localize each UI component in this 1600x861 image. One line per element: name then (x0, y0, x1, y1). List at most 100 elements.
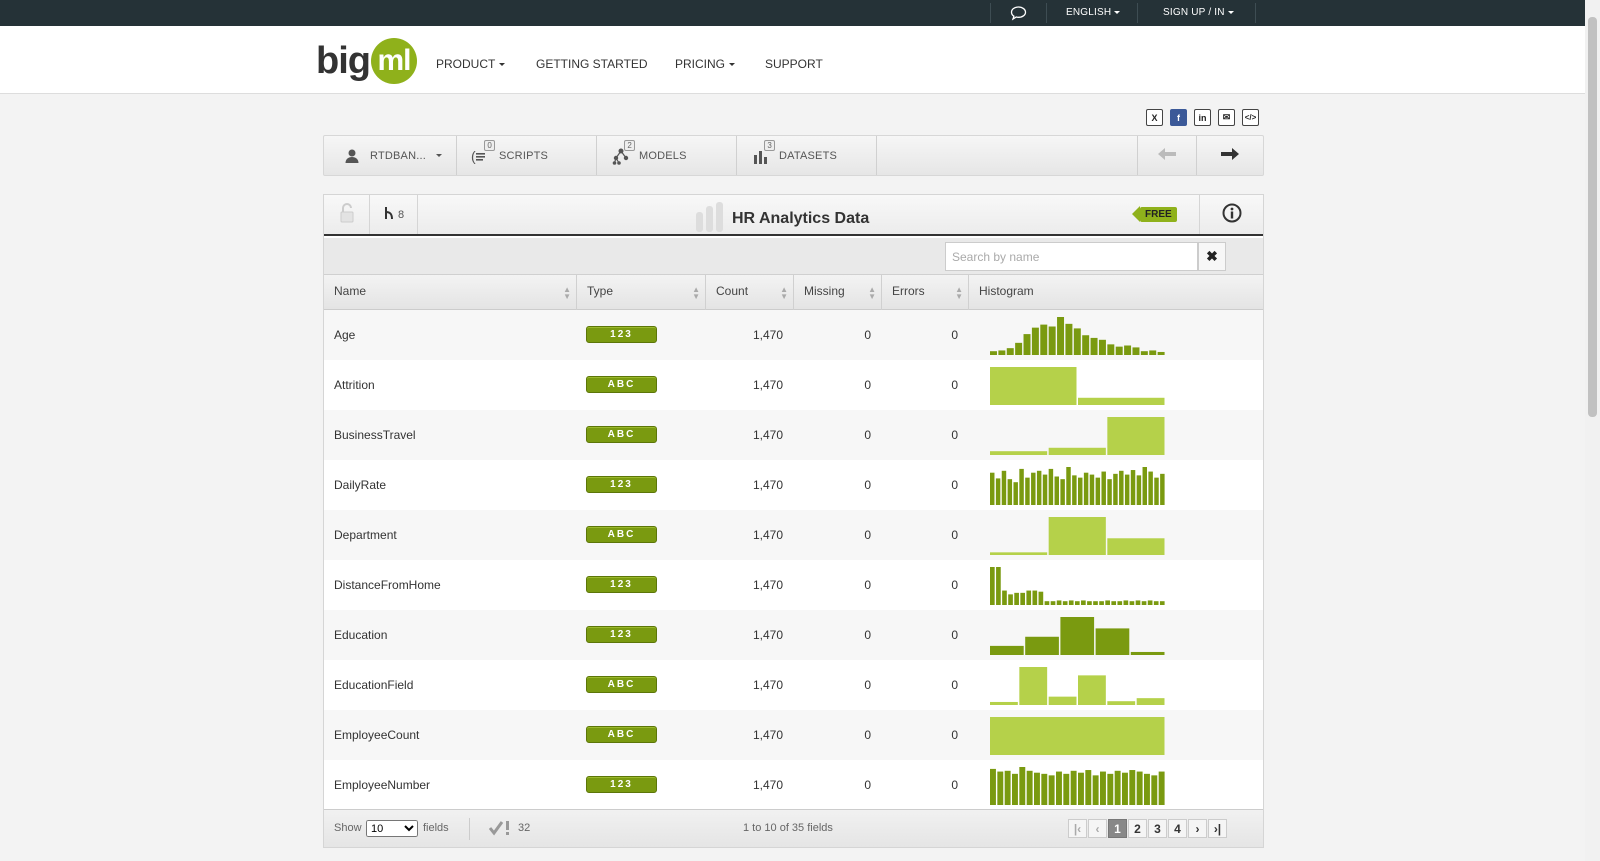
next-page-button[interactable]: › (1188, 819, 1207, 838)
svg-text:(: ( (471, 148, 476, 164)
field-missing: 0 (864, 728, 871, 742)
histogram-bar (1041, 773, 1048, 805)
table-row[interactable]: BusinessTravel ABC 1,470 0 0 (324, 410, 1263, 460)
table-row[interactable]: EmployeeCount ABC 1,470 0 0 (324, 710, 1263, 760)
table-row[interactable]: DailyRate 123 1,470 0 0 (324, 460, 1263, 510)
field-histogram[interactable] (990, 315, 1170, 355)
field-type-badge: ABC (586, 676, 657, 693)
table-row[interactable]: Department ABC 1,470 0 0 (324, 510, 1263, 560)
clear-search-button[interactable]: ✖ (1198, 242, 1226, 271)
field-histogram[interactable] (990, 615, 1170, 655)
signup-menu[interactable]: SIGN UP / IN (1163, 7, 1234, 18)
pagination-range: 1 to 10 of 35 fields (743, 822, 833, 834)
histogram-bar (1159, 601, 1165, 605)
field-histogram[interactable] (990, 715, 1170, 755)
info-button[interactable] (1199, 195, 1263, 234)
back-button[interactable] (1137, 136, 1197, 175)
divider (469, 818, 470, 840)
page-size-select[interactable]: 10 (366, 820, 418, 837)
email-icon[interactable]: ✉ (1218, 109, 1235, 126)
histogram-bar (1123, 600, 1129, 605)
scrollbar-thumb[interactable] (1588, 17, 1597, 417)
first-page-button[interactable]: |‹ (1068, 819, 1087, 838)
user-icon (342, 146, 362, 166)
user-menu[interactable]: RTDBAN... (324, 136, 457, 175)
field-histogram[interactable] (990, 365, 1170, 405)
valid-fields-icon[interactable] (488, 820, 513, 839)
dataset-icon (694, 202, 726, 235)
page-button-1[interactable]: 1 (1108, 819, 1127, 838)
table-row[interactable]: Attrition ABC 1,470 0 0 (324, 360, 1263, 410)
histogram-bar (1054, 476, 1059, 505)
language-menu[interactable]: ENGLISH (1066, 7, 1121, 18)
column-header-name[interactable]: Name ▲ ▼ (324, 275, 577, 310)
chevron-down-icon (1114, 10, 1121, 14)
divider (990, 3, 991, 23)
histogram-bar (1132, 347, 1140, 355)
sort-icon: ▲ ▼ (780, 285, 788, 301)
histogram-bar (1042, 474, 1048, 505)
models-button[interactable]: 2 MODELS (597, 136, 737, 175)
column-header-type[interactable]: Type ▲ ▼ (577, 275, 706, 310)
logo-text-big: big (316, 39, 371, 82)
forward-button[interactable] (1197, 136, 1263, 175)
page-scrollbar[interactable] (1585, 0, 1600, 861)
histogram-bar (1095, 477, 1101, 505)
scripts-icon: (0 (471, 139, 495, 166)
page-button-3[interactable]: 3 (1148, 819, 1167, 838)
prev-page-button[interactable]: ‹ (1088, 819, 1107, 838)
scripts-button[interactable]: (0 SCRIPTS (457, 136, 597, 175)
table-row[interactable]: DistanceFromHome 123 1,470 0 0 (324, 560, 1263, 610)
twitter-x-icon[interactable]: X (1146, 109, 1163, 126)
field-errors: 0 (951, 628, 958, 642)
column-header-errors[interactable]: Errors ▲ ▼ (882, 275, 969, 310)
column-header-missing[interactable]: Missing ▲ ▼ (794, 275, 882, 310)
logo-text-ml: ml (370, 38, 417, 84)
embed-code-icon[interactable]: </> (1242, 109, 1259, 126)
column-label: Count (716, 284, 749, 298)
datasets-button[interactable]: 3 DATASETS (737, 136, 877, 175)
search-input[interactable] (945, 242, 1198, 271)
nav-getting-started[interactable]: GETTING STARTED (536, 57, 648, 71)
field-histogram[interactable] (990, 415, 1170, 455)
field-histogram[interactable] (990, 465, 1170, 505)
field-missing: 0 (864, 328, 871, 342)
nav-support[interactable]: SUPPORT (765, 57, 823, 71)
resource-toolbar: RTDBAN... (0 SCRIPTS 2 MODELS 3 DATASETS (323, 135, 1264, 176)
bigml-logo[interactable]: big ml (316, 38, 417, 84)
histogram-bar (1048, 775, 1055, 805)
chat-icon[interactable] (1010, 5, 1027, 24)
facebook-icon[interactable]: f (1170, 109, 1187, 126)
column-header-count[interactable]: Count ▲ ▼ (706, 275, 794, 310)
field-histogram[interactable] (990, 515, 1170, 555)
histogram-bar (1153, 601, 1159, 605)
histogram-bar (1078, 772, 1084, 805)
table-row[interactable]: Education 123 1,470 0 0 (324, 610, 1263, 660)
field-name: EducationField (334, 678, 414, 692)
histogram-bar (1025, 477, 1030, 505)
histogram-bar (1089, 474, 1095, 505)
histogram-bar (1136, 698, 1165, 705)
table-row[interactable]: Age 123 1,470 0 0 (324, 310, 1263, 360)
histogram-bar (1099, 601, 1104, 605)
histogram-bar (1124, 474, 1130, 505)
nav-product[interactable]: PRODUCT (436, 57, 506, 71)
table-row[interactable]: EducationField ABC 1,470 0 0 (324, 660, 1263, 710)
field-type-badge: 123 (586, 476, 657, 493)
branches-button[interactable]: 8 (370, 195, 418, 234)
page-button-4[interactable]: 4 (1168, 819, 1187, 838)
field-histogram[interactable] (990, 665, 1170, 705)
privacy-toggle[interactable] (324, 195, 370, 234)
nav-pricing[interactable]: PRICING (675, 57, 736, 71)
field-histogram[interactable] (990, 765, 1170, 805)
sort-icon: ▲ ▼ (955, 285, 963, 301)
histogram-bar (1078, 397, 1165, 405)
table-row[interactable]: EmployeeNumber 123 1,470 0 0 (324, 760, 1263, 810)
field-type-badge: ABC (586, 726, 657, 743)
dataset-title: HR Analytics Data (732, 209, 870, 227)
last-page-button[interactable]: ›| (1208, 819, 1227, 838)
histogram-bar (1073, 328, 1081, 355)
field-histogram[interactable] (990, 565, 1170, 605)
page-button-2[interactable]: 2 (1128, 819, 1147, 838)
linkedin-icon[interactable]: in (1194, 109, 1211, 126)
